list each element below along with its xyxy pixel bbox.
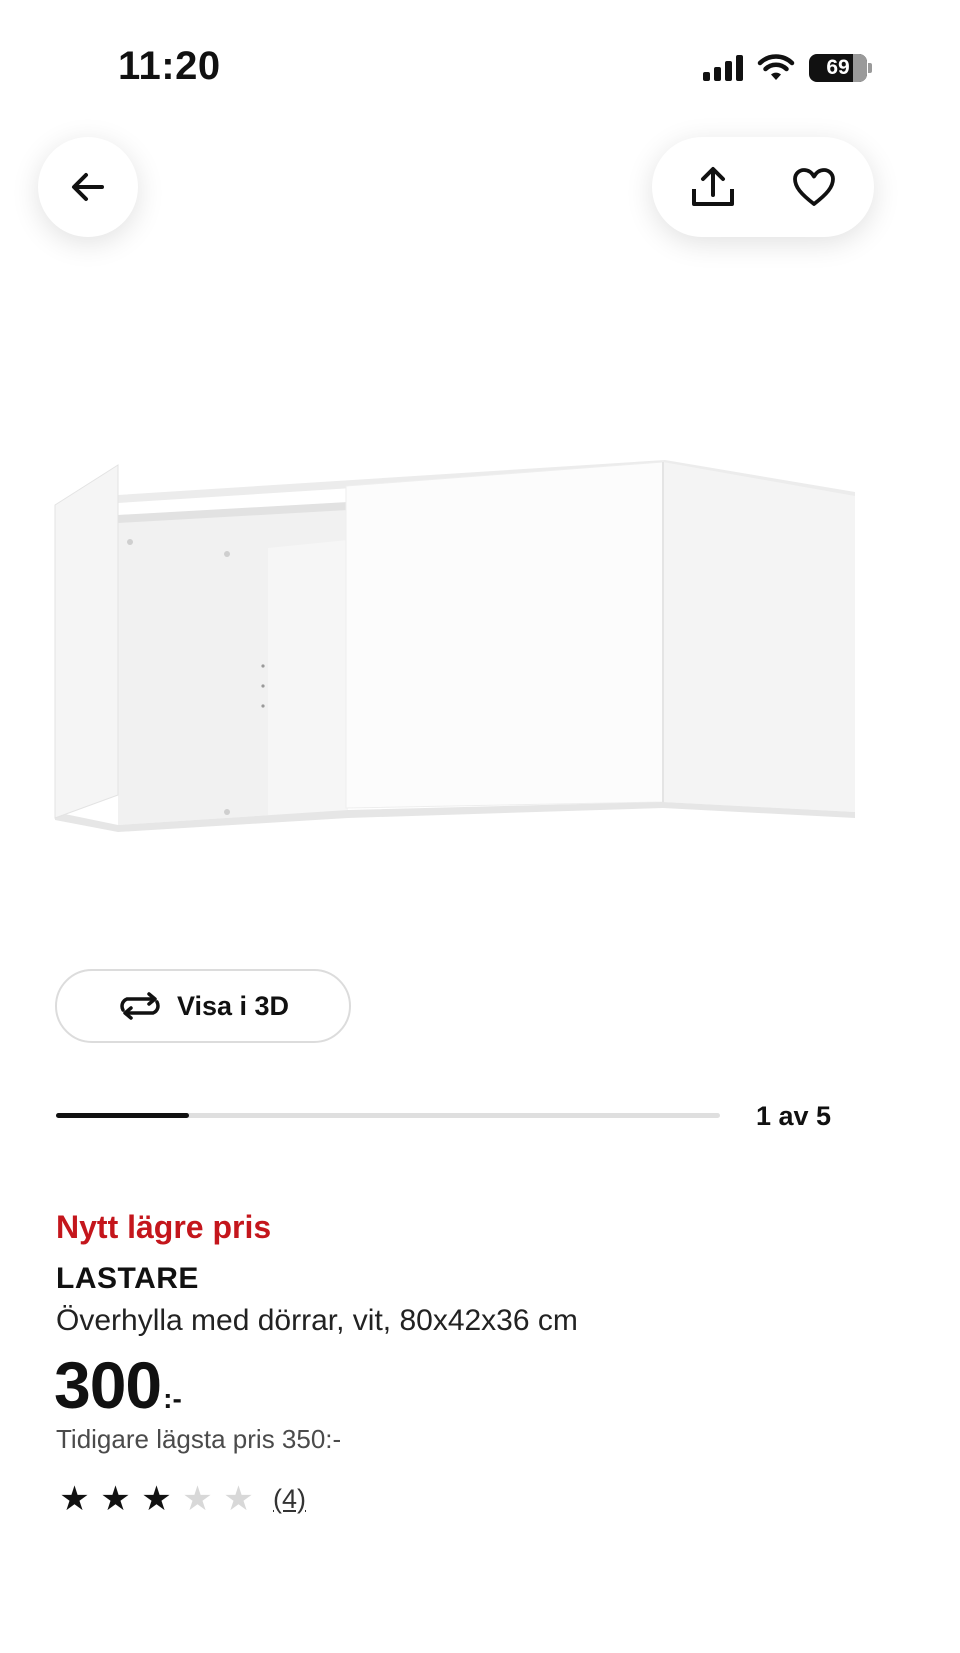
share-icon	[691, 167, 734, 206]
price-suffix: :-	[163, 1383, 182, 1414]
promo-label: Nytt lägre pris	[56, 1209, 272, 1245]
battery-level: 69	[826, 56, 850, 79]
product-rating[interactable]: ★ ★ ★ ★ ★ (4)	[56, 1480, 306, 1518]
star-filled-icon: ★	[141, 1480, 172, 1518]
product-image[interactable]	[0, 440, 960, 860]
gallery-progress-bar	[56, 1113, 720, 1118]
previous-price: Tidigare lägsta pris 350:-	[56, 1424, 342, 1454]
star-filled-icon: ★	[100, 1480, 131, 1518]
arrow-left-icon	[72, 173, 104, 201]
header-actions	[652, 137, 874, 237]
view-3d-label: Visa i 3D	[176, 990, 290, 1021]
product-description: Överhylla med dörrar, vit, 80x42x36 cm	[56, 1304, 578, 1337]
status-time: 11:20	[118, 44, 221, 88]
rotate-icon	[120, 992, 160, 1020]
wifi-icon	[757, 54, 795, 80]
gallery-position: 1 av 5	[756, 1101, 832, 1131]
cellular-signal-icon	[703, 55, 743, 81]
favorite-button[interactable]	[779, 152, 849, 222]
back-button[interactable]	[38, 137, 138, 237]
product-price: 300 :-	[54, 1347, 182, 1423]
star-filled-icon: ★	[59, 1480, 90, 1518]
view-3d-button[interactable]: Visa i 3D	[55, 969, 351, 1043]
status-icons: 69	[703, 54, 872, 82]
star-empty-icon: ★	[223, 1480, 254, 1518]
share-button[interactable]	[678, 152, 748, 222]
price-amount: 300	[54, 1348, 162, 1422]
battery-icon: 69	[809, 54, 872, 82]
gallery-progress-fill	[56, 1113, 189, 1118]
star-empty-icon: ★	[182, 1480, 213, 1518]
review-count-link[interactable]: (4)	[273, 1484, 306, 1515]
product-name: LASTARE	[56, 1262, 199, 1295]
heart-icon	[792, 168, 835, 206]
